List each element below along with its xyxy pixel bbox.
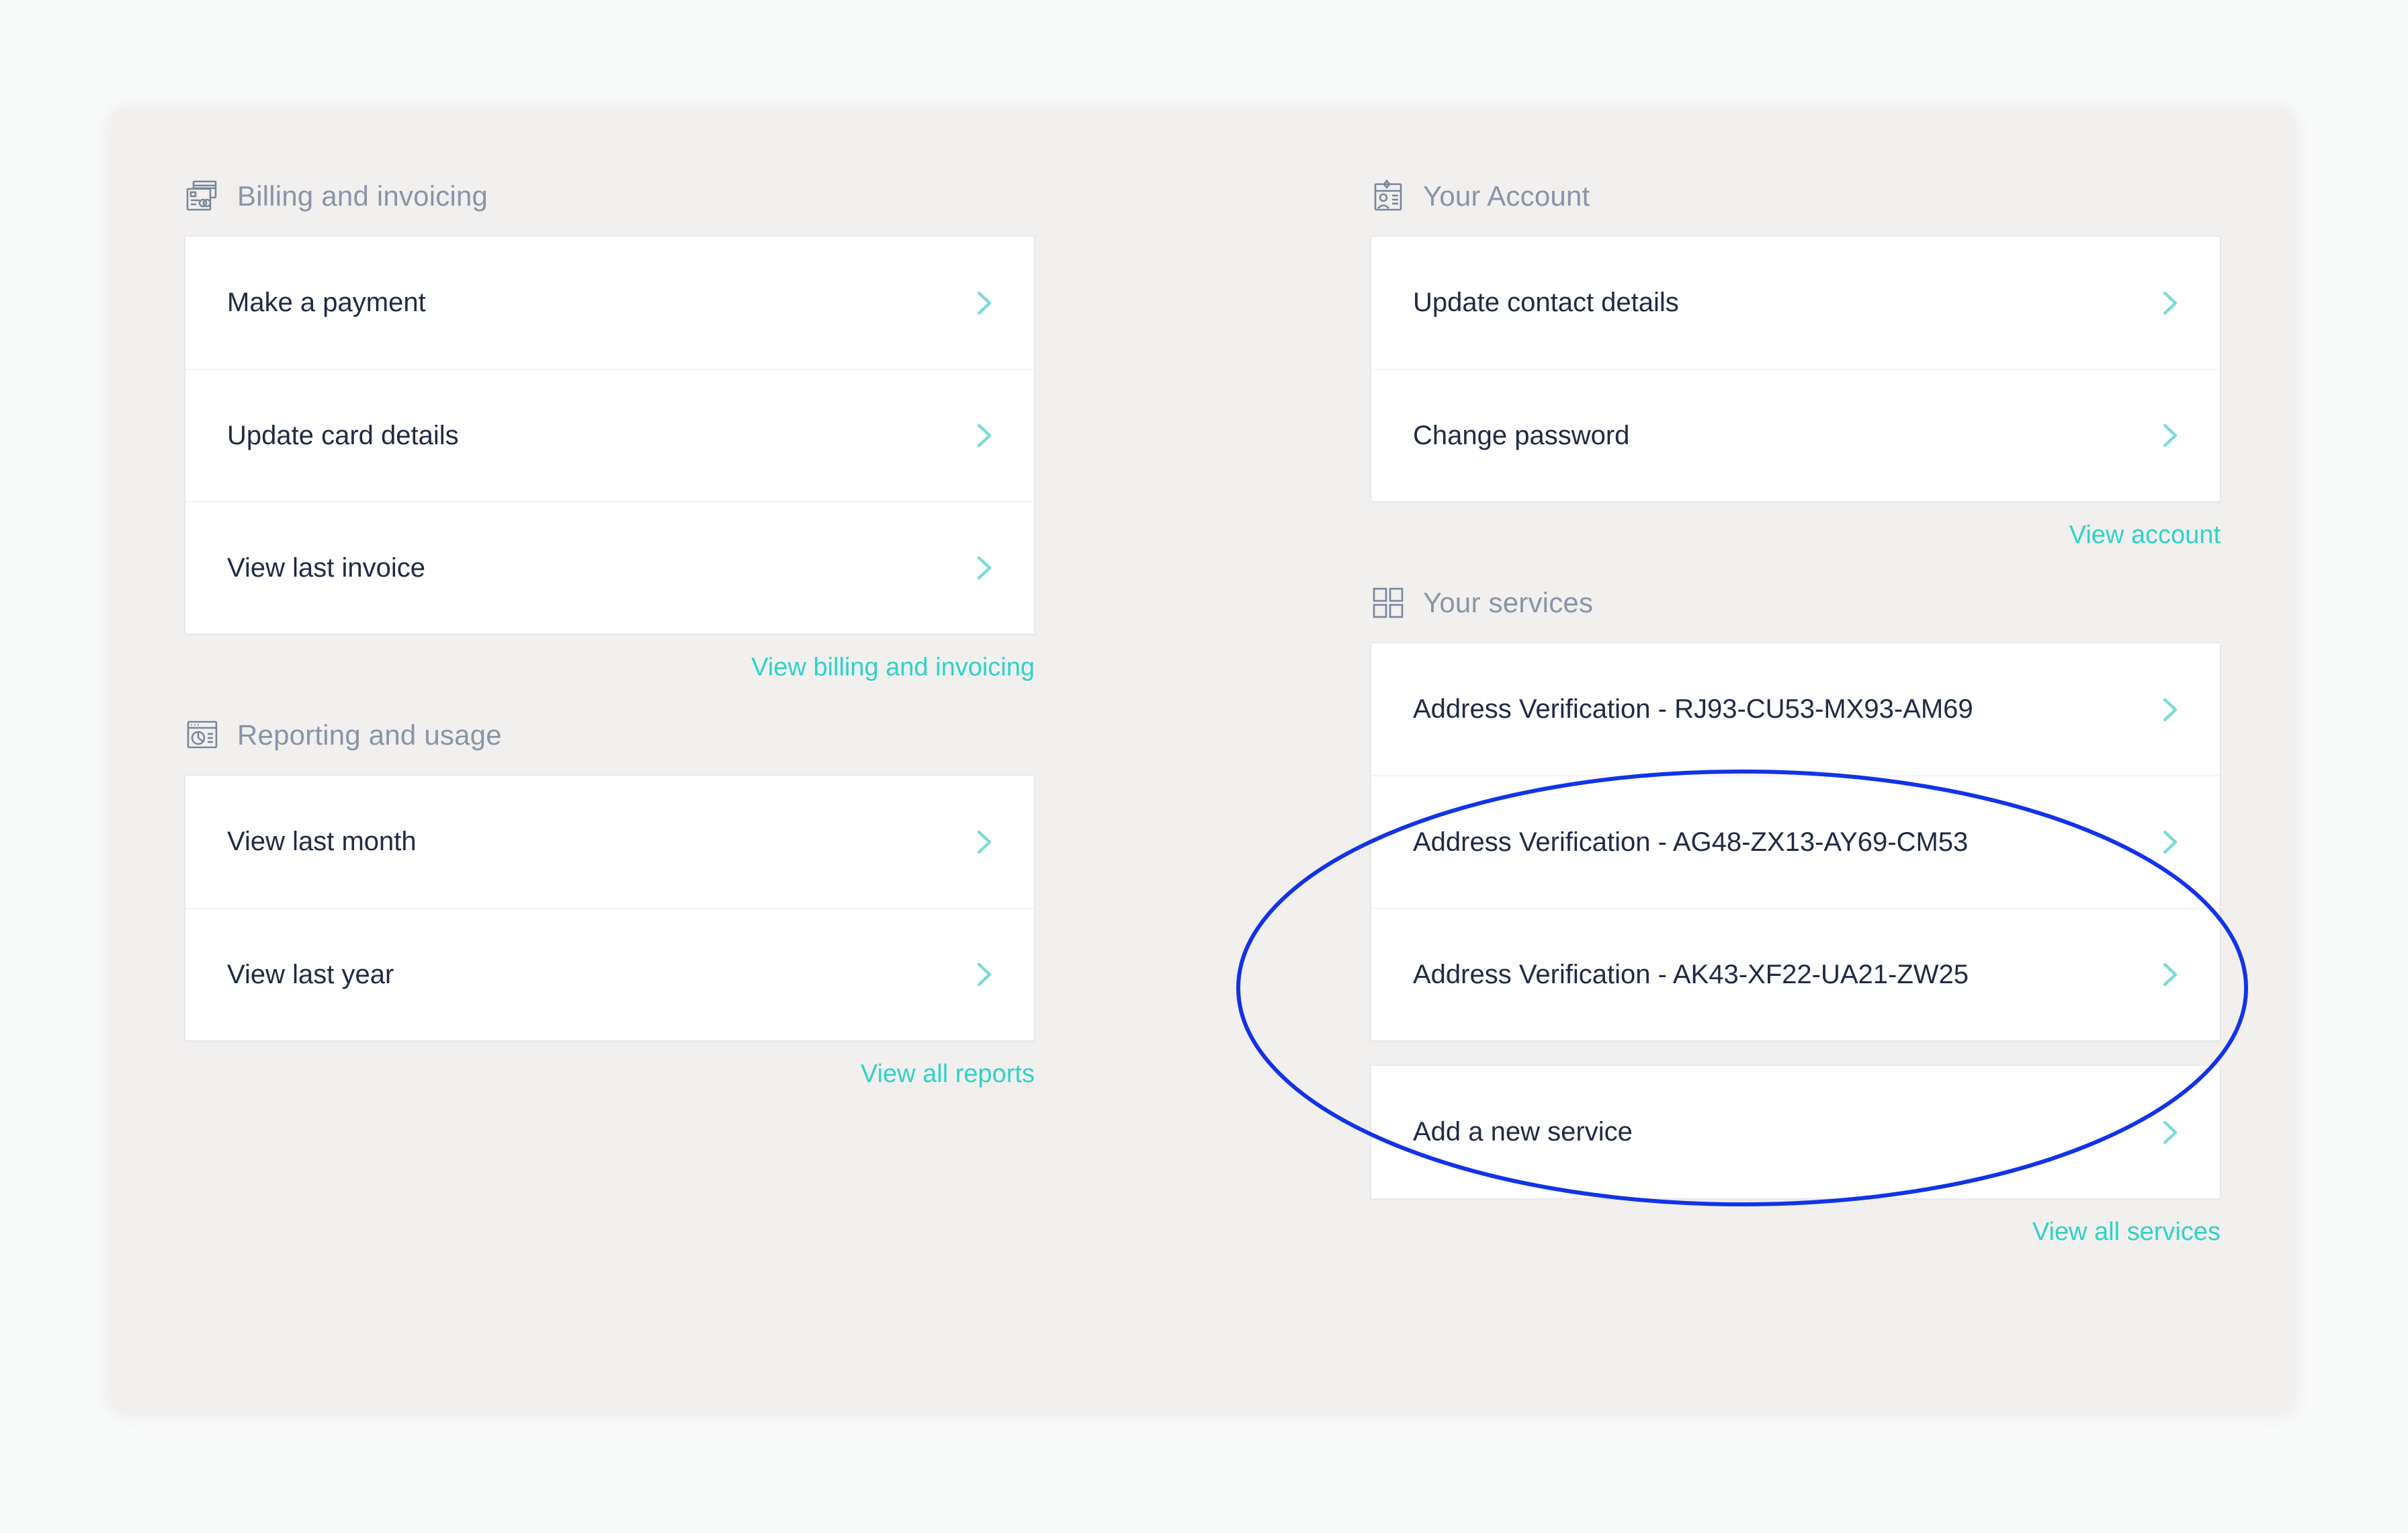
link-view-account[interactable]: View account <box>2069 521 2221 550</box>
row-label: Update contact details <box>1413 288 1679 317</box>
chevron-right-icon[interactable] <box>2151 824 2188 860</box>
link-view-billing-and-invoicing[interactable]: View billing and invoicing <box>751 653 1035 682</box>
id-badge-icon <box>1374 179 1402 211</box>
link-view-all-reports[interactable]: View all reports <box>861 1060 1035 1089</box>
invoice-card-icon <box>186 180 217 211</box>
row-service-3[interactable]: Address Verification - AK43-XF22-UA21-ZW… <box>1371 908 2220 1040</box>
section-title-services: Your services <box>1423 587 1594 618</box>
chevron-right-icon[interactable] <box>965 417 1002 454</box>
link-view-all-services[interactable]: View all services <box>2032 1218 2221 1247</box>
section-header-reporting: Reporting and usage <box>185 710 1035 760</box>
row-label: View last invoice <box>227 552 425 583</box>
services-link-row: View all services <box>1371 1218 2221 1247</box>
chevron-right-icon[interactable] <box>2151 692 2188 728</box>
row-label: Make a payment <box>227 288 426 317</box>
section-your-account: Your Account Update contact details Chan… <box>1371 171 2221 550</box>
services-rows-card: Address Verification - RJ93-CU53-MX93-AM… <box>1371 643 2221 1041</box>
chevron-right-icon[interactable] <box>2151 1114 2188 1151</box>
row-view-last-month[interactable]: View last month <box>185 776 1034 908</box>
chevron-right-icon[interactable] <box>965 285 1002 321</box>
row-label: View last year <box>227 959 394 989</box>
reporting-rows-card: View last month View last year <box>185 775 1035 1041</box>
account-link-row: View account <box>1371 521 2221 550</box>
row-label: View last month <box>227 827 417 856</box>
row-update-contact-details[interactable]: Update contact details <box>1371 237 2220 369</box>
section-title-account: Your Account <box>1423 180 1590 212</box>
section-billing-and-invoicing: Billing and invoicing Make a payment Upd… <box>185 171 1035 682</box>
section-your-services: Your services Address Verification - RJ9… <box>1371 578 2221 1247</box>
section-title-billing: Billing and invoicing <box>237 180 488 212</box>
row-change-password[interactable]: Change password <box>1371 369 2220 501</box>
billing-rows-card: Make a payment Update card details View … <box>185 236 1035 634</box>
row-service-1[interactable]: Address Verification - RJ93-CU53-MX93-AM… <box>1371 643 2220 776</box>
billing-link-row: View billing and invoicing <box>185 653 1035 682</box>
row-add-a-new-service[interactable]: Add a new service <box>1371 1066 2220 1198</box>
report-window-icon <box>187 720 218 749</box>
section-header-account: Your Account <box>1371 171 2221 221</box>
account-rows-card: Update contact details Change password <box>1371 236 2221 502</box>
chevron-right-icon[interactable] <box>2151 417 2188 454</box>
section-reporting-and-usage: Reporting and usage View last month View… <box>185 710 1035 1089</box>
row-label: Address Verification - RJ93-CU53-MX93-AM… <box>1413 694 1973 724</box>
right-column: Your Account Update contact details Chan… <box>1371 171 2221 1275</box>
section-title-reporting: Reporting and usage <box>237 719 502 751</box>
row-label: Update card details <box>227 420 459 450</box>
row-label: Address Verification - AG48-ZX13-AY69-CM… <box>1413 827 1969 857</box>
row-make-a-payment[interactable]: Make a payment <box>185 237 1034 369</box>
section-header-billing: Billing and invoicing <box>185 171 1035 221</box>
reporting-link-row: View all reports <box>185 1060 1035 1089</box>
row-label: Address Verification - AK43-XF22-UA21-ZW… <box>1413 959 1969 989</box>
add-service-card: Add a new service <box>1371 1065 2221 1199</box>
chevron-right-icon[interactable] <box>965 824 1002 860</box>
left-column: Billing and invoicing Make a payment Upd… <box>185 171 1035 1275</box>
chevron-right-icon[interactable] <box>965 550 1002 586</box>
dashboard-columns: Billing and invoicing Make a payment Upd… <box>185 171 2221 1275</box>
row-update-card-details[interactable]: Update card details <box>185 369 1034 501</box>
dashboard-panel: Billing and invoicing Make a payment Upd… <box>111 108 2294 1411</box>
chevron-right-icon[interactable] <box>965 956 1002 993</box>
row-view-last-year[interactable]: View last year <box>185 908 1034 1040</box>
row-view-last-invoice[interactable]: View last invoice <box>185 501 1034 634</box>
chevron-right-icon[interactable] <box>2151 285 2188 321</box>
section-header-services: Your services <box>1371 578 2221 628</box>
grid-squares-icon <box>1373 587 1404 618</box>
chevron-right-icon[interactable] <box>2151 956 2188 993</box>
row-label: Add a new service <box>1413 1117 1633 1147</box>
row-service-2[interactable]: Address Verification - AG48-ZX13-AY69-CM… <box>1371 776 2220 908</box>
row-label: Change password <box>1413 420 1630 450</box>
